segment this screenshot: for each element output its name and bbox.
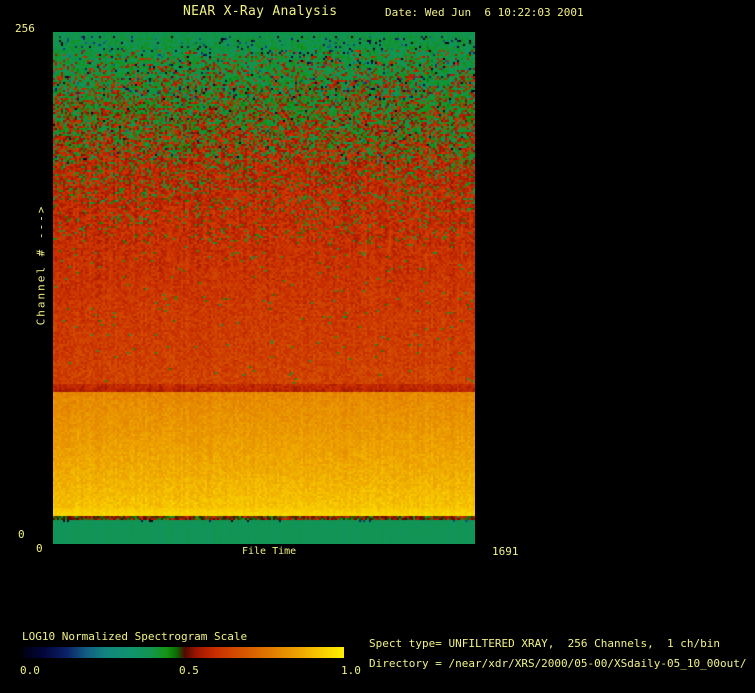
x-axis-tick-max: 1691 <box>492 545 519 558</box>
near-xray-analysis-window: NEAR X-Ray Analysis Date: Wed Jun 6 10:2… <box>0 0 755 693</box>
x-axis-tick-min: 0 <box>36 542 43 555</box>
colorbar-gradient <box>22 647 344 658</box>
colorbar-tick-0: 0.0 <box>20 664 40 677</box>
y-axis-tick-max: 256 <box>15 22 35 35</box>
colorbar-tick-1: 1.0 <box>341 664 361 677</box>
spectrogram-canvas <box>53 32 475 544</box>
y-axis-tick-min: 0 <box>18 528 25 541</box>
spect-type-line: Spect type= UNFILTERED XRAY, 256 Channel… <box>369 637 720 650</box>
x-axis-label: File Time <box>242 546 297 557</box>
colorbar-label: LOG10 Normalized Spectrogram Scale <box>22 630 248 643</box>
colorbar-tick-05: 0.5 <box>179 664 199 677</box>
page-title: NEAR X-Ray Analysis <box>183 4 338 19</box>
date-label: Date: Wed Jun 6 10:22:03 2001 <box>385 6 584 19</box>
y-axis-label: Channel # ---> <box>34 204 48 326</box>
directory-line: Directory = /near/xdr/XRS/2000/05-00/XSd… <box>369 657 747 670</box>
